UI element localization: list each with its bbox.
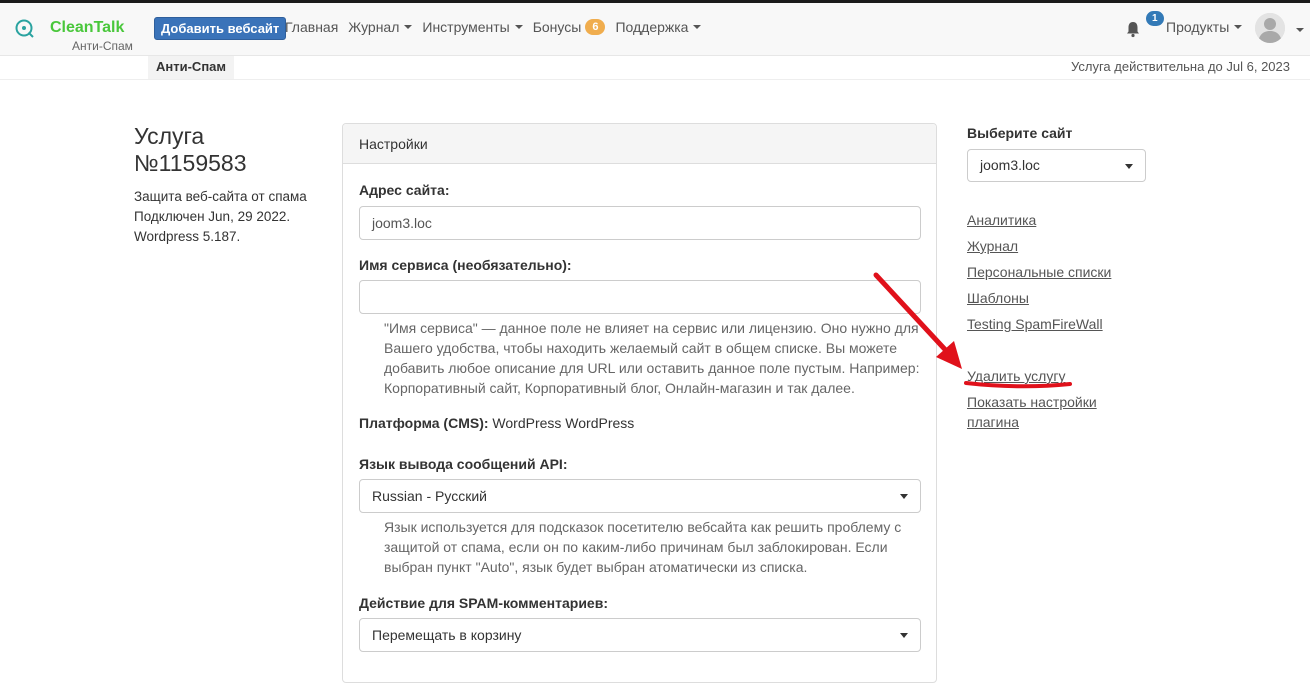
main-nav: Главная Журнал Инструменты Бонусы 6 Подде… (285, 19, 711, 35)
api-language-select[interactable]: Russian - Русский (359, 479, 921, 513)
spam-action-value: Перемещать в корзину (372, 627, 522, 643)
nav-support-label: Поддержка (615, 19, 689, 35)
user-avatar-icon (1255, 13, 1285, 43)
caret-down-icon (514, 25, 523, 29)
platform-info: Платформа (CMS): WordPress WordPress (359, 415, 634, 431)
nav-bonuses[interactable]: Бонусы 6 (533, 19, 606, 35)
cleantalk-logo-icon (15, 19, 34, 38)
select-caret-icon (900, 633, 908, 638)
service-platform-version: Wordpress 5.187. (134, 229, 241, 244)
pick-site-label: Выберите сайт (967, 125, 1073, 141)
avatar-caret-down-icon[interactable] (1296, 28, 1304, 32)
nav-tools[interactable]: Инструменты (422, 19, 523, 35)
service-name-help: "Имя сервиса" — данное поле не влияет на… (384, 320, 920, 396)
link-delete-service[interactable]: Удалить услугу (967, 368, 1065, 384)
avatar[interactable] (1255, 13, 1285, 43)
notifications-badge: 1 (1146, 11, 1164, 26)
products-dropdown[interactable]: Продукты (1166, 19, 1243, 35)
nav-tools-label: Инструменты (422, 19, 510, 35)
navbar: CleanTalk Анти-Спам Добавить вебсайт Гла… (0, 3, 1310, 56)
caret-down-icon (693, 25, 702, 29)
nav-journal-label: Журнал (348, 19, 400, 35)
platform-label: Платформа (CMS): (359, 415, 489, 431)
service-connected-date: Подключен Jun, 29 2022. (134, 209, 291, 224)
settings-panel: Настройки Адрес сайта: joom3.loc Имя сер… (342, 123, 937, 683)
sub-navbar: Анти-Спам Услуга действительна до Jul 6,… (0, 56, 1310, 80)
service-name-input[interactable] (359, 280, 921, 314)
select-caret-icon (1125, 164, 1133, 169)
link-show-plugin-settings[interactable]: Показать настройки (967, 394, 1097, 410)
caret-down-icon (1234, 25, 1243, 29)
logo-subtitle: Анти-Спам (72, 39, 133, 53)
nav-support[interactable]: Поддержка (615, 19, 702, 35)
nav-home-label: Главная (285, 19, 339, 35)
service-name-label: Имя сервиса (необязательно): (359, 257, 572, 273)
logo-name: CleanTalk (50, 19, 125, 36)
nav-bonuses-label: Бонусы (532, 19, 582, 35)
caret-down-icon (404, 25, 413, 29)
service-description: Защита веб-сайта от спама (134, 189, 307, 204)
spam-action-label: Действие для SPAM-комментариев: (359, 595, 608, 611)
service-info: Защита веб-сайта от спама Подключен Jun,… (134, 187, 309, 247)
link-journal[interactable]: Журнал (967, 238, 1018, 254)
platform-value: WordPress WordPress (492, 415, 635, 431)
site-address-input[interactable]: joom3.loc (359, 206, 921, 240)
tab-antispam[interactable]: Анти-Спам (148, 56, 235, 79)
site-address-label: Адрес сайта: (359, 182, 450, 198)
add-website-button[interactable]: Добавить вебсайт (154, 17, 287, 40)
link-show-plugin-settings-cont[interactable]: плагина (967, 414, 1019, 430)
panel-heading: Настройки (343, 124, 936, 164)
api-language-label: Язык вывода сообщений API: (359, 456, 568, 472)
service-title: Услуга №1159583 (134, 123, 247, 176)
bell-icon[interactable] (1124, 20, 1142, 38)
api-language-help: Язык используется для подсказок посетите… (384, 519, 902, 575)
spam-action-select[interactable]: Перемещать в корзину (359, 618, 921, 652)
link-templates[interactable]: Шаблоны (967, 290, 1029, 306)
products-label: Продукты (1166, 19, 1230, 35)
select-caret-icon (900, 494, 908, 499)
site-select[interactable]: joom3.loc (967, 149, 1146, 182)
service-valid-until: Услуга действительна до Jul 6, 2023 (1071, 59, 1290, 74)
nav-journal[interactable]: Журнал (348, 19, 413, 35)
bonuses-count-badge: 6 (585, 19, 606, 35)
link-testing-spamfirewall[interactable]: Testing SpamFireWall (967, 316, 1103, 332)
nav-home[interactable]: Главная (285, 19, 338, 35)
link-personal-lists[interactable]: Персональные списки (967, 264, 1111, 280)
link-analytics[interactable]: Аналитика (967, 212, 1036, 228)
site-select-value: joom3.loc (980, 157, 1040, 173)
api-language-value: Russian - Русский (372, 488, 487, 504)
